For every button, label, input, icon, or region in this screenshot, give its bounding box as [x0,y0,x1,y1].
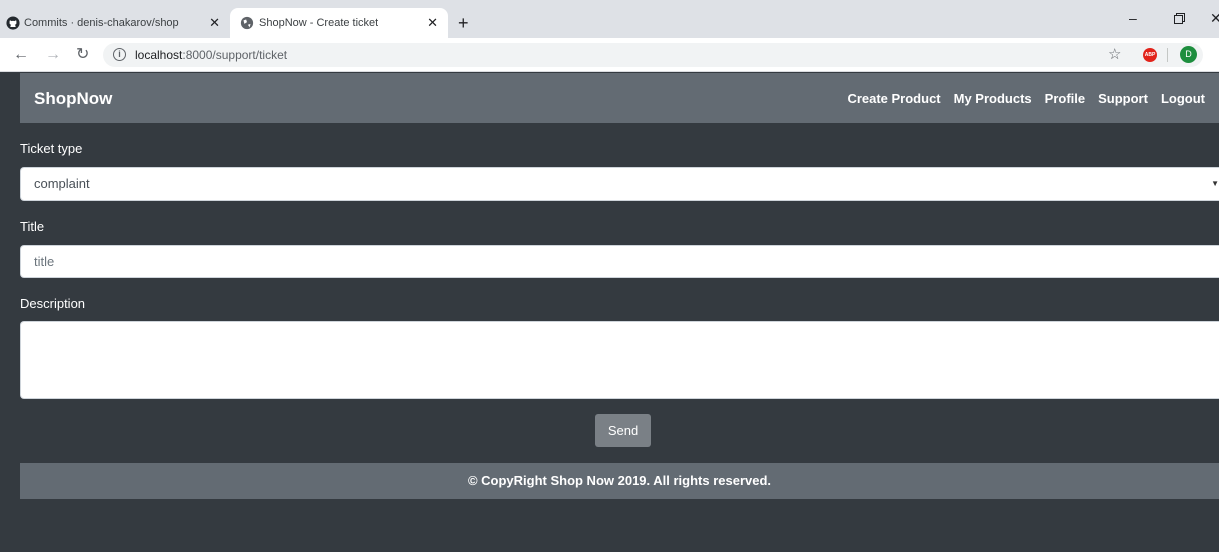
tab-title: Commits · denis-chakarov/shopn [24,17,179,29]
page-footer: © CopyRight Shop Now 2019. All rights re… [20,463,1219,499]
site-navbar: ShopNow Create Product My Products Profi… [20,73,1219,123]
url-text: localhost:8000/support/ticket [135,48,288,62]
close-tab-icon[interactable]: ✕ [427,15,438,31]
nav-link-my-products[interactable]: My Products [954,91,1032,106]
address-bar[interactable]: i localhost:8000/support/ticket ☆ ABP D [103,43,1203,67]
title-label: Title [20,219,45,234]
nav-link-create-product[interactable]: Create Product [847,91,940,106]
ticket-type-value: complaint [34,176,90,191]
forward-arrow-icon[interactable]: → [45,46,61,64]
nav-link-profile[interactable]: Profile [1045,91,1085,106]
footer-copyright: © CopyRight Shop Now 2019. All rights re… [467,473,772,488]
globe-icon [240,16,254,30]
new-tab-button[interactable]: + [458,14,469,32]
nav-link-logout[interactable]: Logout [1161,91,1205,106]
back-arrow-icon[interactable]: ← [13,46,29,64]
browser-toolbar: ← → ↻ i localhost:8000/support/ticket ☆ … [0,38,1219,72]
title-input[interactable] [20,245,1219,278]
close-tab-icon[interactable]: ✕ [209,15,220,31]
bookmark-star-icon[interactable]: ☆ [1108,45,1121,63]
info-icon[interactable]: i [113,48,126,61]
close-window-icon[interactable]: ✕ [1210,10,1219,27]
browser-tab-commits[interactable]: Commits · denis-chakarov/shopn ✕ [0,8,230,38]
reload-icon[interactable]: ↻ [76,46,89,64]
adblock-icon[interactable]: ABP [1143,48,1157,62]
tab-title: ShopNow - Create ticket [259,17,379,29]
chevron-down-icon: ▼ [1211,179,1219,188]
nav-link-support[interactable]: Support [1098,91,1148,106]
nav-links: Create Product My Products Profile Suppo… [847,91,1205,106]
minimize-icon[interactable]: – [1129,10,1137,26]
restore-icon[interactable] [1174,11,1185,27]
send-button[interactable]: Send [595,414,651,447]
ticket-type-label: Ticket type [20,141,83,156]
browser-tab-create-ticket[interactable]: ShopNow - Create ticket ✕ [230,8,448,38]
github-icon [6,16,20,30]
ticket-type-select[interactable]: complaint ▼ [20,167,1219,201]
profile-avatar[interactable]: D [1180,46,1197,63]
brand-logo[interactable]: ShopNow [34,89,112,109]
description-textarea[interactable] [20,321,1219,399]
toolbar-divider [1167,48,1168,62]
browser-tab-strip: Commits · denis-chakarov/shopn ✕ ShopNow… [0,0,1219,38]
description-label: Description [20,296,86,311]
